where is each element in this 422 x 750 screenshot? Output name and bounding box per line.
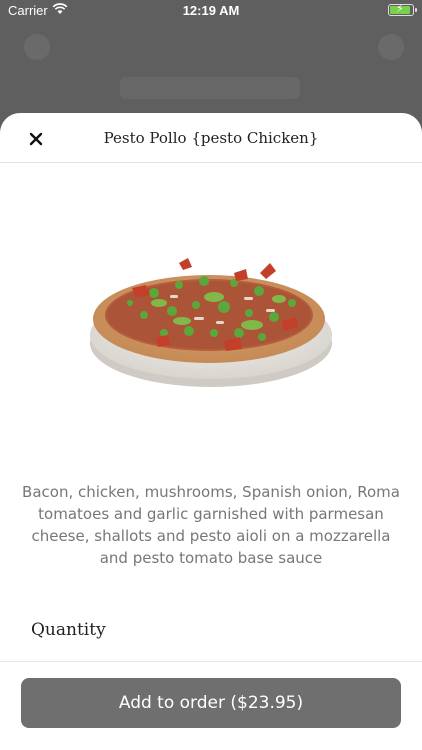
pizza-image	[90, 258, 332, 387]
background-back-icon	[24, 34, 50, 60]
item-image	[84, 233, 338, 393]
quantity-label: Quantity	[31, 620, 106, 640]
status-time: 12:19 AM	[182, 3, 240, 18]
background-header	[0, 22, 422, 112]
status-bar: Carrier 12:19 AM ⚡	[0, 0, 422, 22]
item-title: Pesto Pollo {pesto Chicken}	[103, 129, 319, 147]
add-to-order-button[interactable]: Add to order ($23.95)	[21, 678, 401, 728]
item-detail-sheet: Pesto Pollo {pesto Chicken} Bacon, chick…	[0, 113, 422, 750]
background-title	[120, 77, 300, 99]
divider	[0, 661, 422, 662]
sheet-header: Pesto Pollo {pesto Chicken}	[0, 113, 422, 163]
item-description: Bacon, chicken, mushrooms, Spanish onion…	[22, 483, 400, 567]
background-menu-icon	[378, 34, 404, 60]
battery-icon: ⚡	[388, 2, 417, 16]
